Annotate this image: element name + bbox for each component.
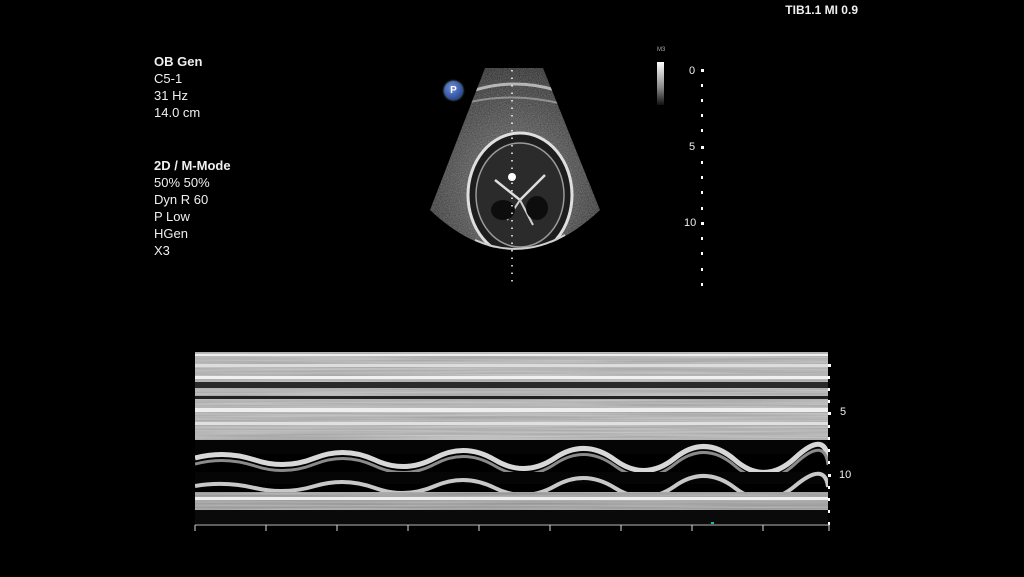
imaging-mode-label: 2D / M-Mode <box>154 158 231 173</box>
frame-rate-label: 31 Hz <box>154 88 188 103</box>
grayscale-bar <box>657 62 664 105</box>
transducer-label: C5-1 <box>154 71 183 86</box>
sector-ultrasound-image <box>430 68 600 286</box>
preset-info-panel: OB Gen C5-1 31 Hz 14.0 cm <box>154 53 202 121</box>
m-mode-time-axis <box>194 522 830 531</box>
harmonic-label: HGen <box>154 226 188 241</box>
depth-label-10: 10 <box>684 217 697 229</box>
depth-scale-2d <box>701 69 704 286</box>
grayscale-map-label: M3 <box>657 47 666 53</box>
power-label: P Low <box>154 209 190 224</box>
tib-mi-readout: TIB1.1 MI 0.9 <box>785 3 858 17</box>
dynamic-range-label: Dyn R 60 <box>154 192 209 207</box>
depth-label: 14.0 cm <box>154 105 201 120</box>
m-mode-trace <box>195 352 828 524</box>
preset-label: OB Gen <box>154 54 203 69</box>
zoom-label: X3 <box>154 243 170 258</box>
m-mode-depth-label-10: 10 <box>839 469 852 481</box>
m-mode-depth-scale <box>828 364 831 525</box>
sweep-position-marker-icon <box>711 522 714 524</box>
imaging-params-panel: 2D / M-Mode 50% 50% Dyn R 60 P Low HGen … <box>154 157 231 259</box>
gain-label: 50% 50% <box>154 175 210 190</box>
m-mode-depth-label-5: 5 <box>840 406 847 418</box>
depth-label-5: 5 <box>689 141 696 153</box>
depth-label-0: 0 <box>689 65 696 77</box>
